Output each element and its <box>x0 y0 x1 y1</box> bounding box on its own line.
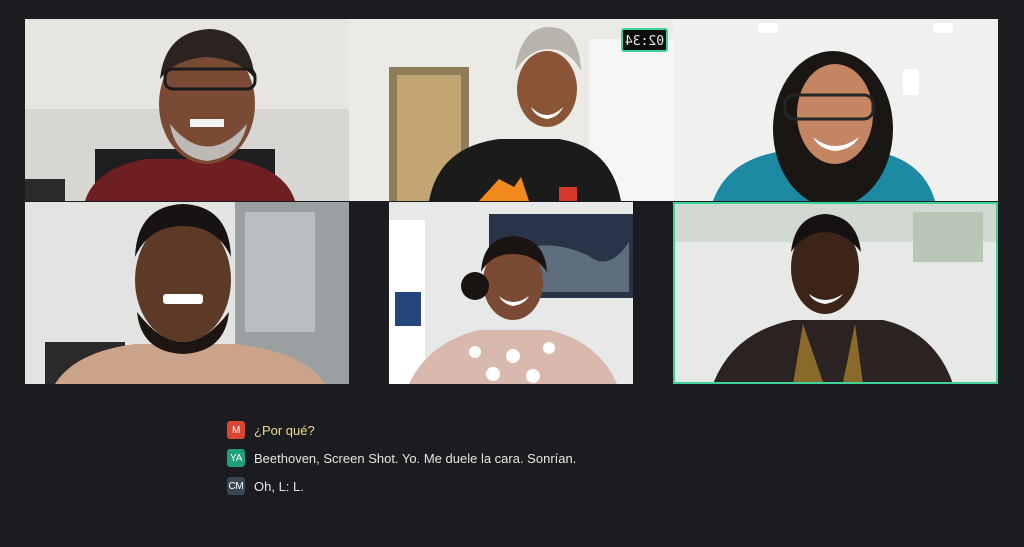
video-grid <box>25 19 998 384</box>
call-timer: 02:34 <box>621 28 668 52</box>
participant-video <box>25 202 349 384</box>
speaker-avatar-badge: YA <box>227 449 245 467</box>
caption-line: CM Oh, L: L. <box>227 472 576 500</box>
participant-tile-1[interactable] <box>25 19 349 201</box>
participant-tile-3[interactable] <box>673 19 998 201</box>
caption-text: ¿Por qué? <box>254 422 315 438</box>
participant-video <box>389 202 633 384</box>
captions-panel: M ¿Por qué? YA Beethoven, Screen Shot. Y… <box>227 416 576 500</box>
speaker-avatar-badge: M <box>227 421 245 439</box>
participant-video <box>25 19 349 201</box>
caption-line: YA Beethoven, Screen Shot. Yo. Me duele … <box>227 444 576 472</box>
participant-tile-4[interactable] <box>25 202 349 384</box>
caption-text: Beethoven, Screen Shot. Yo. Me duele la … <box>254 450 577 466</box>
speaker-avatar-badge: CM <box>227 477 245 495</box>
participant-tile-6-active-speaker[interactable] <box>673 202 998 384</box>
caption-text: Oh, L: L. <box>254 478 304 494</box>
caption-line: M ¿Por qué? <box>227 416 576 444</box>
participant-video <box>673 19 998 201</box>
participant-tile-5[interactable] <box>389 202 633 384</box>
participant-video <box>673 202 998 384</box>
